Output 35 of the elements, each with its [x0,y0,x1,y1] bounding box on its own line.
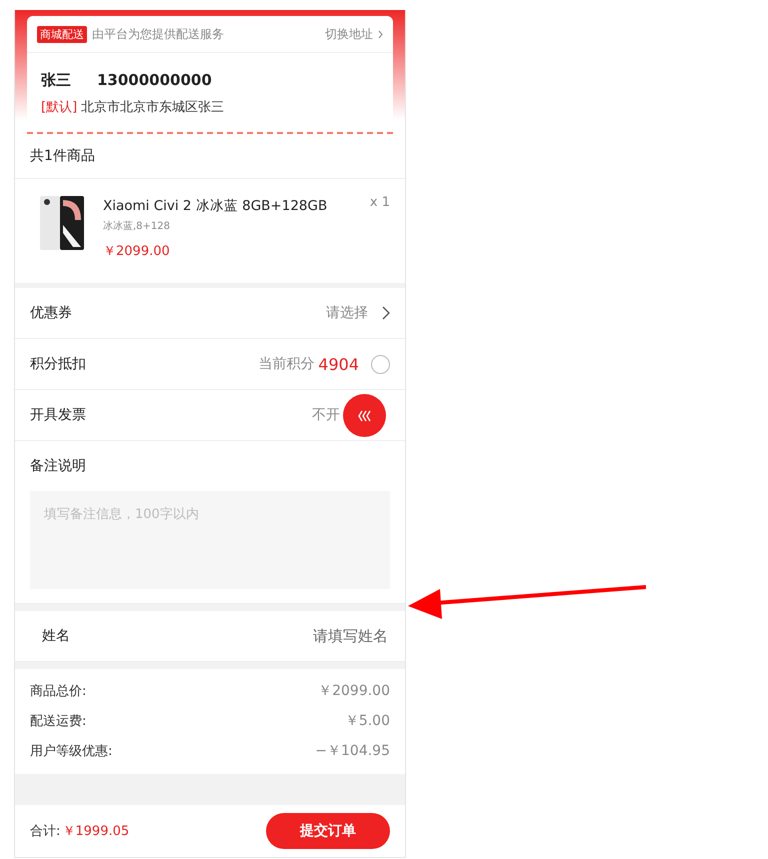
summary-label: 配送运费: [30,713,86,730]
summary-value: ￥2099.00 [318,682,390,700]
items-header: 共1件商品 [30,147,95,165]
option-value[interactable]: 请选择 [326,304,368,322]
summary-label: 用户等级优惠: [30,743,112,760]
radio-button[interactable] [371,354,390,374]
product-price: ￥2099.00 [103,243,171,260]
summary-label: 商品总价: [30,683,86,700]
option-value: 当前积分 [258,355,314,373]
product-spec: 冰冰蓝,8+128 [103,220,172,233]
summary-value: ￥5.00 [344,712,390,730]
switch-address-link[interactable]: 切换地址 [325,26,373,42]
submit-order-button[interactable]: 提交订单 [266,813,390,849]
product-quantity: x 1 [370,195,390,212]
option-label: 积分抵扣 [30,355,86,373]
chevrons-left-icon [358,410,372,422]
summary-value: −￥104.95 [315,742,390,760]
default-tag: [默认] [41,98,78,116]
option-label: 优惠券 [30,304,72,322]
name-label: 姓名 [42,627,70,645]
option-label: 开具发票 [30,406,86,424]
delivery-badge: 商城配送 [37,26,87,42]
address-detail: 北京市北京市东城区张三 [81,99,224,116]
recipient-name: 张三 [41,71,71,90]
option-value: 不开 [312,406,340,424]
product-title: Xiaomi Civi 2 冰冰蓝 8GB+128GB [103,197,328,215]
total-amount: ￥1999.05 [62,823,130,840]
chevron-right-icon [382,306,390,320]
delivery-note: 由平台为您提供配送服务 [92,26,224,42]
total-label: 合计: [30,823,60,840]
points-value: 4904 [318,354,359,374]
remarks-field[interactable]: 填写备注信息，100字以内 [30,491,390,589]
chevron-right-icon [378,30,383,38]
recipient-phone: 13000000000 [97,71,212,90]
remarks-label: 备注说明 [30,457,87,475]
